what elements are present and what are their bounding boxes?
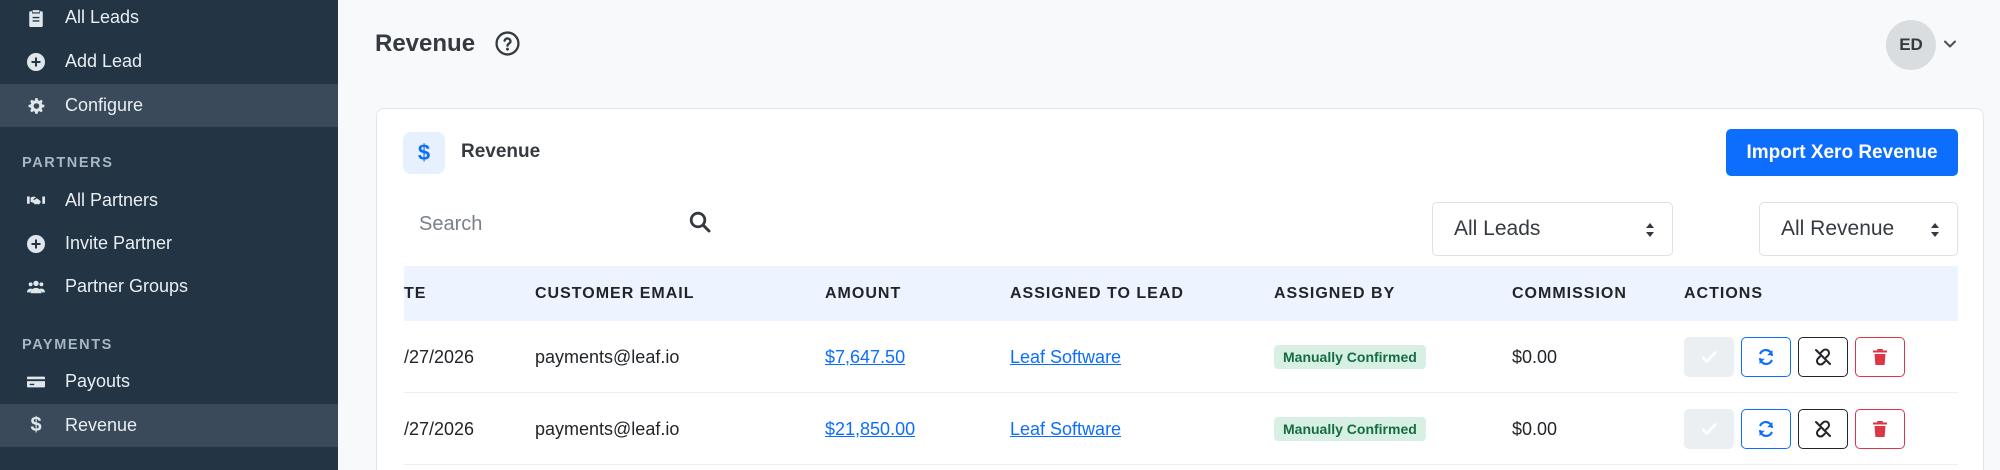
delete-button[interactable] [1855,409,1905,449]
handshake-icon [25,190,47,212]
sidebar: All Leads Add Lead Configure PARTNERS Al… [0,0,338,470]
table-row: /27/2026 payments@leaf.io $7,647.50 Leaf… [404,321,1958,393]
question-circle-icon[interactable] [495,31,520,56]
reassign-button[interactable] [1741,337,1791,377]
sidebar-item-label: Revenue [65,415,138,435]
leads-filter-select[interactable]: All Leads [1432,202,1673,256]
search-icon[interactable] [688,210,712,234]
delete-button[interactable] [1855,337,1905,377]
sidebar-item-partner-groups[interactable]: Partner Groups [0,265,338,308]
dollar-icon: $ [403,132,445,174]
plus-circle-icon [25,51,47,73]
sidebar-item-all-partners[interactable]: All Partners [0,179,338,222]
sort-caret-icon [1646,223,1654,237]
column-header-amount[interactable]: AMOUNT [825,285,901,303]
commission-cell: $0.00 [1512,419,1558,439]
status-badge: Manually Confirmed [1274,417,1426,441]
unlink-button[interactable] [1798,409,1848,449]
assigned-lead-link[interactable]: Leaf Software [1010,419,1121,440]
refresh-icon [1758,349,1774,365]
assigned-lead-link[interactable]: Leaf Software [1010,347,1121,368]
avatar[interactable]: ED [1886,20,1936,70]
sort-caret-icon [1931,223,1939,237]
table-row: /27/2026 payments@leaf.io $21,850.00 Lea… [404,393,1958,465]
column-header-assigned-to-lead[interactable]: ASSIGNED TO LEAD [1010,285,1184,303]
card-title: Revenue [461,141,541,162]
sidebar-item-label: Add Lead [65,51,143,71]
sidebar-item-revenue[interactable]: $ Revenue [0,404,338,447]
sidebar-section-partners: PARTNERS [22,155,114,171]
sidebar-item-label: All Partners [65,190,159,210]
sidebar-item-label: Payouts [65,371,131,391]
sidebar-item-label: Configure [65,95,144,115]
chevron-down-icon[interactable] [1942,36,1958,52]
customer-email-cell: payments@leaf.io [535,419,680,439]
status-badge: Manually Confirmed [1274,345,1426,369]
reassign-button[interactable] [1741,409,1791,449]
unlink-icon [1815,420,1831,438]
clipboard-icon [25,7,47,29]
amount-link[interactable]: $7,647.50 [825,347,905,368]
column-header-customer-email[interactable]: CUSTOMER EMAIL [535,285,694,303]
sidebar-item-all-leads[interactable]: All Leads [0,0,338,39]
page-title: Revenue [375,30,476,57]
sidebar-item-label: Invite Partner [65,233,173,253]
gear-icon [25,95,47,117]
import-xero-revenue-button[interactable]: Import Xero Revenue [1726,129,1958,176]
revenue-filter-value: All Revenue [1781,217,1895,240]
sidebar-item-payouts[interactable]: Payouts [0,360,338,403]
sidebar-item-invite-partner[interactable]: Invite Partner [0,222,338,265]
leads-filter-value: All Leads [1454,217,1541,240]
date-cell: /27/2026 [404,419,475,439]
sidebar-item-add-lead[interactable]: Add Lead [0,40,338,83]
sidebar-item-label: Partner Groups [65,276,189,296]
commission-cell: $0.00 [1512,347,1558,367]
search-input[interactable] [403,201,703,247]
column-header-actions: ACTIONS [1684,285,1763,302]
check-icon [1701,351,1717,363]
sidebar-section-payments: PAYMENTS [22,337,113,353]
confirm-button[interactable] [1684,409,1734,449]
users-icon [25,276,47,298]
revenue-card: $ Revenue Import Xero Revenue All Leads … [376,108,1984,470]
amount-link[interactable]: $21,850.00 [825,419,915,440]
customer-email-cell: payments@leaf.io [535,347,680,367]
check-icon [1701,423,1717,435]
trash-icon [1873,421,1887,437]
revenue-filter-select[interactable]: All Revenue [1759,202,1958,256]
credit-card-icon [25,371,47,393]
date-cell: /27/2026 [404,347,475,367]
refresh-icon [1758,421,1774,437]
table-header: TE CUSTOMER EMAIL AMOUNT ASSIGNED TO LEA… [404,266,1958,321]
sidebar-item-label: All Leads [65,7,140,27]
unlink-icon [1815,348,1831,366]
column-header-commission[interactable]: COMMISSION [1512,285,1627,303]
unlink-button[interactable] [1798,337,1848,377]
plus-circle-icon [25,233,47,255]
column-header-date[interactable]: TE [404,285,426,303]
sidebar-item-configure[interactable]: Configure [0,84,338,127]
dollar-icon: $ [30,414,42,436]
column-header-assigned-by[interactable]: ASSIGNED BY [1274,285,1395,303]
search-box [403,201,703,247]
confirm-button[interactable] [1684,337,1734,377]
trash-icon [1873,349,1887,365]
